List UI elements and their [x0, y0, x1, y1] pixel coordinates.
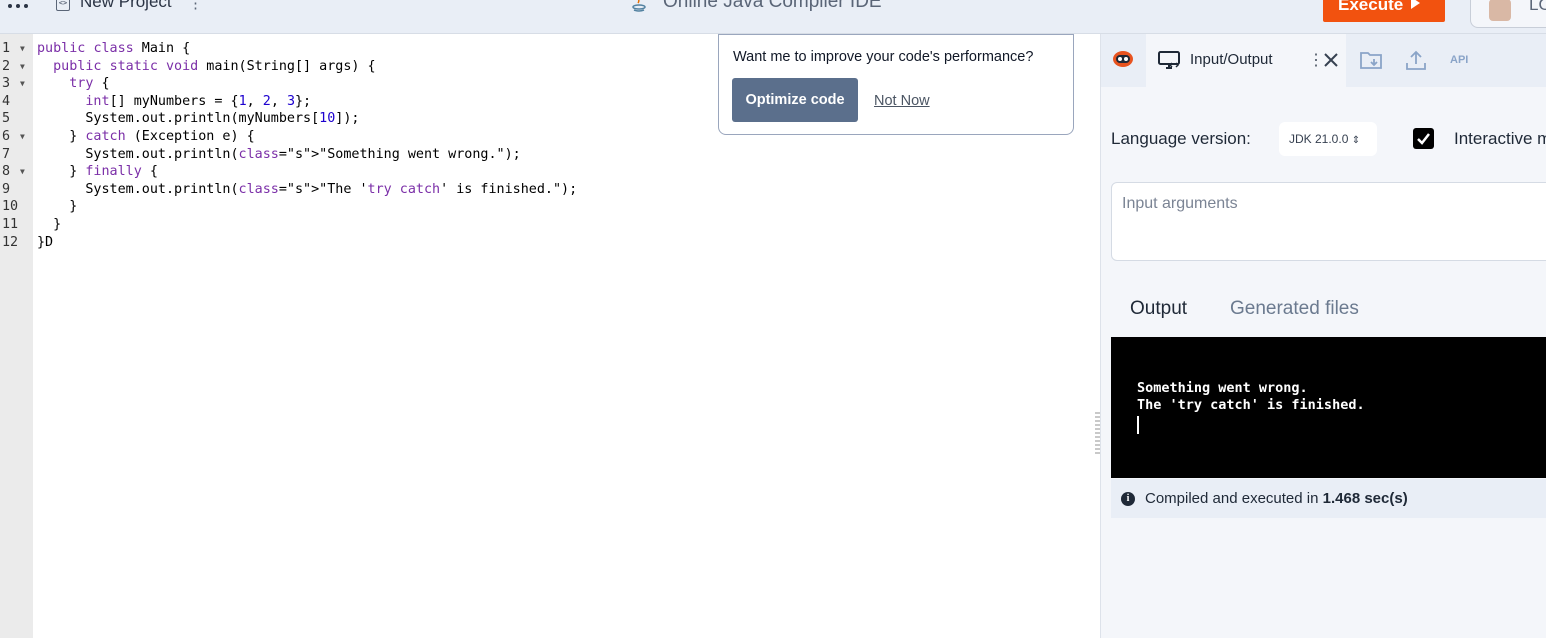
project-menu-icon[interactable]: ⋮ — [188, 0, 203, 12]
output-console[interactable]: Something went wrong. The 'try catch' is… — [1111, 337, 1546, 478]
code-line: public class Main { — [37, 41, 191, 56]
status-time: 1.468 sec(s) — [1322, 490, 1408, 507]
popup-question: Want me to improve your code's performan… — [733, 49, 1034, 65]
ai-assistant-icon[interactable] — [1112, 49, 1134, 69]
monitor-code-icon — [1158, 51, 1180, 69]
io-panel: Input/Output ⋮ API Language version: JDK… — [1100, 34, 1546, 638]
avatar — [1489, 0, 1511, 21]
login-button[interactable]: LO — [1470, 0, 1546, 28]
status-prefix: Compiled and executed in — [1145, 490, 1323, 507]
code-line: } finally { — [37, 164, 158, 180]
folder-download-icon[interactable] — [1359, 49, 1383, 71]
code-line: try { — [69, 76, 110, 92]
code-line: System.out.println(myNumbers[10]); — [37, 111, 360, 127]
tab-generated-files[interactable]: Generated files — [1230, 298, 1359, 320]
fold-arrow-icon[interactable]: ▼ — [20, 58, 25, 76]
close-icon[interactable] — [1321, 50, 1341, 70]
api-tab[interactable]: API — [1450, 54, 1468, 66]
code-line: } — [37, 217, 62, 232]
jdk-version-select[interactable]: JDK 21.0.0 ⇕ — [1279, 122, 1377, 156]
not-now-link[interactable]: Not Now — [874, 93, 930, 109]
fold-arrow-icon[interactable]: ▼ — [20, 75, 25, 93]
input-arguments-field[interactable] — [1111, 182, 1546, 261]
line-number-text: 11 — [2, 217, 19, 232]
project-file-icon: <> — [56, 0, 70, 11]
line-number-text: 3 — [2, 76, 11, 92]
line-number-text: 12 — [2, 234, 19, 250]
code-line: System.out.println(class="s">"Something … — [37, 146, 521, 162]
output-line: The 'try catch' is finished. — [1137, 397, 1365, 413]
tab-output[interactable]: Output — [1130, 298, 1187, 320]
panel-tab-bar: Input/Output ⋮ API — [1101, 34, 1546, 87]
optimize-code-button[interactable]: Optimize code — [732, 78, 858, 122]
play-icon — [1411, 0, 1421, 9]
line-number-text: 1 — [2, 41, 11, 56]
java-logo-icon — [632, 0, 646, 12]
apps-grid-icon[interactable] — [8, 0, 30, 14]
code-line: } catch (Exception e) { — [37, 129, 255, 144]
tab-input-output[interactable]: Input/Output ⋮ — [1146, 34, 1346, 87]
optimize-suggestion-popup: Want me to improve your code's performan… — [718, 34, 1074, 135]
code-line: public static void main(String[] args) { — [53, 58, 376, 74]
fold-arrow-icon[interactable]: ▼ — [20, 40, 25, 58]
tab-input-output-label: Input/Output — [1190, 51, 1273, 68]
jdk-version-value: JDK 21.0.0 — [1289, 132, 1349, 146]
text-cursor — [1137, 416, 1139, 434]
line-number-text: 8 — [2, 164, 11, 180]
chevron-updown-icon: ⇕ — [1351, 135, 1361, 146]
code-line: int[] myNumbers = {1, 2, 3}; — [85, 93, 312, 109]
upload-icon[interactable] — [1405, 49, 1427, 71]
execution-status-bar: i Compiled and executed in 1.468 sec(s) — [1111, 479, 1546, 518]
line-number-text: 10 — [2, 199, 19, 215]
info-icon: i — [1121, 492, 1135, 506]
line-number-text: 5 — [2, 111, 11, 127]
code-line: System.out.println(class="s">"The 'try c… — [37, 181, 578, 197]
code-line: } — [37, 199, 78, 215]
top-bar: <> New Project ⋮ Online Java Compiler ID… — [0, 0, 1546, 34]
status-text: Compiled and executed in 1.468 sec(s) — [1145, 490, 1408, 507]
language-version-label: Language version: — [1111, 129, 1251, 148]
interactive-mode-label: Interactive mode — [1454, 129, 1546, 148]
code-line: }D — [37, 234, 54, 250]
output-line: Something went wrong. — [1137, 380, 1308, 396]
interactive-mode-checkbox[interactable] — [1413, 128, 1434, 149]
line-number-text: 6 — [2, 129, 11, 144]
line-number-text: 4 — [2, 93, 11, 109]
line-number-text: 2 — [2, 58, 11, 74]
fold-arrow-icon[interactable]: ▼ — [20, 128, 25, 146]
login-label: LO — [1529, 0, 1546, 14]
fold-arrow-icon[interactable]: ▼ — [20, 163, 25, 181]
line-number-text: 7 — [2, 146, 11, 162]
check-icon — [1417, 133, 1430, 145]
project-name[interactable]: New Project — [80, 0, 172, 12]
execute-label: Execute — [1338, 0, 1404, 14]
app-title: Online Java Compiler IDE — [663, 0, 882, 12]
execute-button[interactable]: Execute — [1323, 0, 1445, 22]
line-number-text: 9 — [2, 181, 11, 197]
